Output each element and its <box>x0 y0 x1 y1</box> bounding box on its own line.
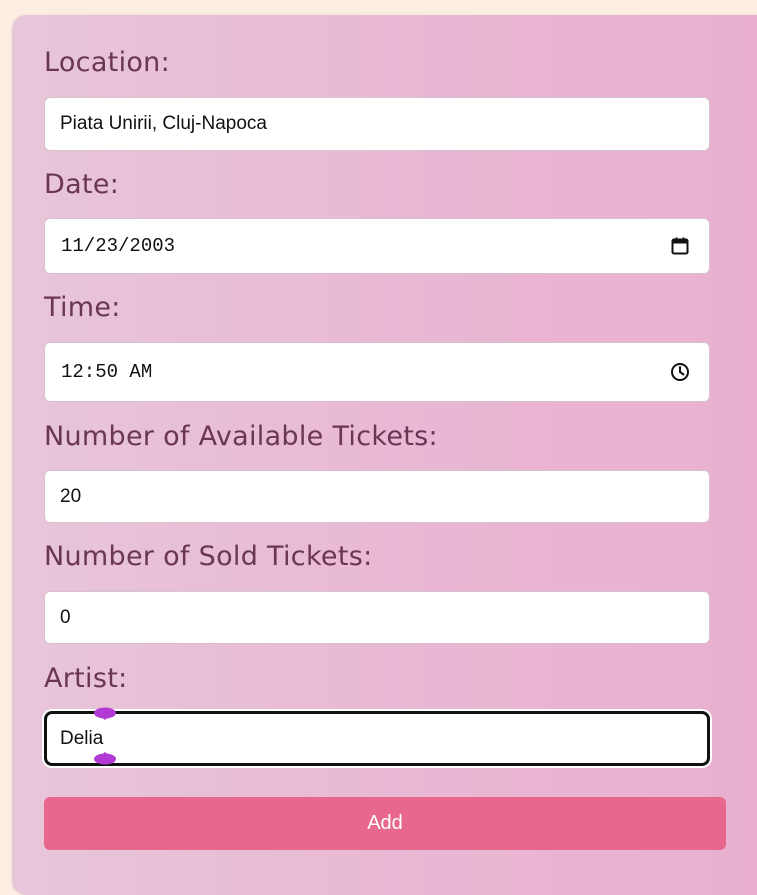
available-tickets-label: Number of Available Tickets: <box>44 421 438 452</box>
selection-end-handle-icon[interactable] <box>93 751 117 765</box>
location-label: Location: <box>44 47 170 78</box>
sold-tickets-input[interactable] <box>45 592 709 643</box>
date-label: Date: <box>44 169 120 200</box>
location-input[interactable] <box>45 98 709 150</box>
calendar-icon[interactable] <box>669 235 691 257</box>
date-field[interactable]: 11/23/2003 <box>44 218 710 274</box>
available-tickets-field[interactable] <box>44 470 710 523</box>
time-field[interactable]: 12:50 AM <box>44 342 710 402</box>
add-button[interactable]: Add <box>44 797 726 850</box>
selection-start-handle-icon[interactable] <box>93 707 117 721</box>
time-value[interactable]: 12:50 AM <box>45 361 669 383</box>
sold-tickets-label: Number of Sold Tickets: <box>44 541 373 572</box>
clock-icon[interactable] <box>669 361 691 383</box>
location-field[interactable] <box>44 97 710 151</box>
artist-label: Artist: <box>44 663 128 694</box>
time-label: Time: <box>44 292 121 323</box>
date-value[interactable]: 11/23/2003 <box>45 235 669 257</box>
artist-input[interactable] <box>47 714 707 763</box>
artist-field[interactable] <box>44 711 710 766</box>
sold-tickets-field[interactable] <box>44 591 710 644</box>
available-tickets-input[interactable] <box>45 471 709 522</box>
